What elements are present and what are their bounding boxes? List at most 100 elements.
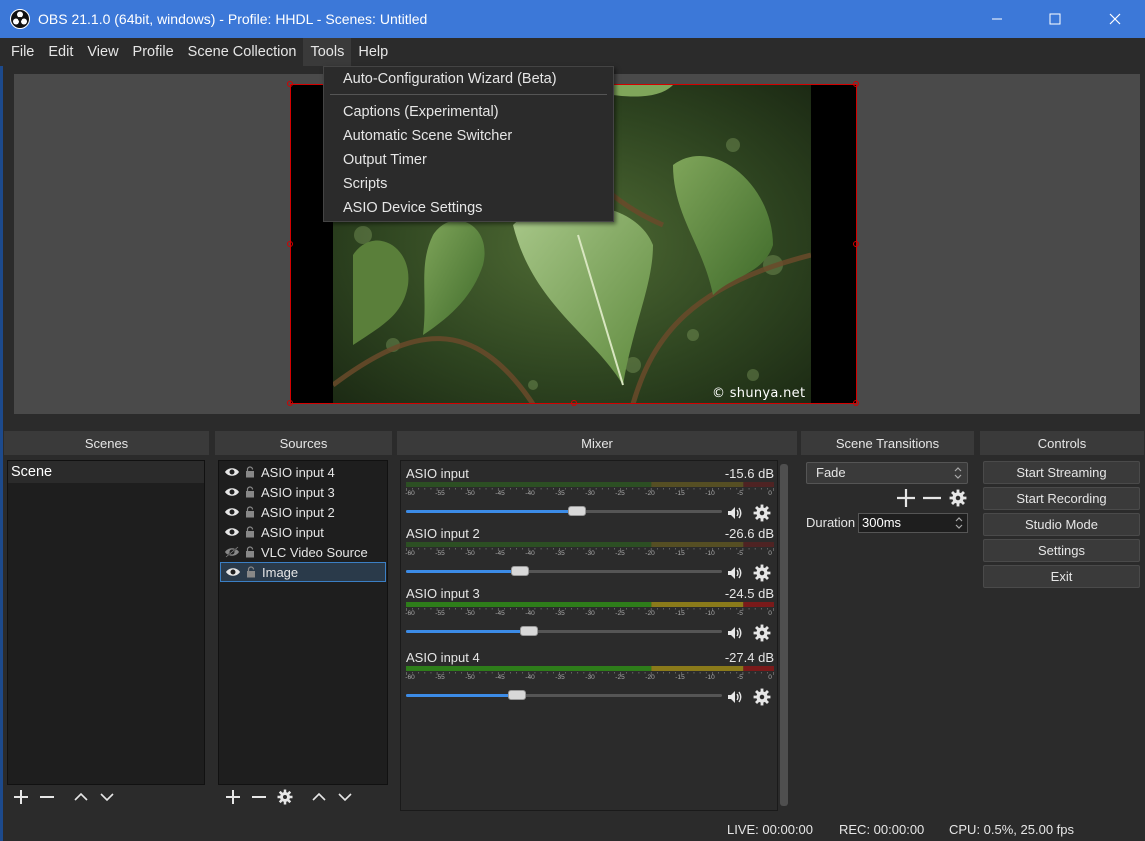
source-item[interactable]: ASIO input 3 (220, 482, 386, 502)
lock-icon[interactable] (244, 545, 256, 559)
volume-slider-handle[interactable] (507, 690, 526, 700)
source-item[interactable]: ASIO input 4 (220, 462, 386, 482)
mixer-scrollbar[interactable] (779, 462, 789, 808)
exit-button[interactable]: Exit (983, 565, 1140, 588)
add-source-button[interactable] (220, 784, 246, 810)
volume-meter (406, 482, 774, 487)
obs-logo-icon (10, 9, 30, 29)
eye-icon[interactable] (223, 465, 241, 479)
menu-item-auto-config[interactable]: Auto-Configuration Wizard (Beta) (343, 71, 557, 87)
gear-icon[interactable] (753, 504, 771, 522)
source-item[interactable]: ASIO input 2 (220, 502, 386, 522)
speaker-icon[interactable] (726, 688, 744, 706)
menu-edit[interactable]: Edit (41, 38, 80, 66)
meter-tick-label: -40 (525, 490, 535, 497)
lock-icon[interactable] (244, 505, 256, 519)
lock-icon[interactable] (244, 485, 256, 499)
move-scene-up-button[interactable] (68, 784, 94, 810)
mixer-channel: ASIO input -15.6 dB -60 -55 -50 -45 -40 -35 -30-… (405, 466, 774, 526)
source-item-label: Image (262, 564, 299, 580)
resize-handle-mr[interactable] (853, 241, 859, 247)
mixer-scrollbar-thumb[interactable] (780, 464, 788, 806)
meter-tick-label: -60 (405, 550, 415, 557)
meter-tick-label: -25 (615, 610, 625, 617)
menu-file[interactable]: File (4, 38, 41, 66)
sources-dock-title: Sources (215, 431, 392, 455)
resize-handle-ml[interactable] (287, 241, 293, 247)
speaker-icon[interactable] (726, 624, 744, 642)
remove-source-button[interactable] (246, 784, 272, 810)
meter-tick-label: -5 (737, 610, 743, 617)
gear-icon[interactable] (753, 624, 771, 642)
start-recording-button[interactable]: Start Recording (983, 487, 1140, 510)
maximize-button[interactable] (1026, 0, 1084, 38)
minimize-button[interactable] (968, 0, 1026, 38)
meter-tick-label: -60 (405, 490, 415, 497)
eye-hidden-icon[interactable] (223, 545, 241, 559)
gear-icon[interactable] (753, 688, 771, 706)
resize-handle-bl[interactable] (287, 400, 293, 406)
remove-transition-button[interactable] (921, 487, 943, 509)
transition-properties-button[interactable] (949, 489, 967, 507)
close-button[interactable] (1086, 0, 1144, 38)
scene-item[interactable]: Scene (8, 461, 204, 483)
volume-slider-handle[interactable] (510, 566, 529, 576)
scenes-list[interactable] (7, 460, 205, 785)
move-scene-down-button[interactable] (94, 784, 120, 810)
start-streaming-button[interactable]: Start Streaming (983, 461, 1140, 484)
transition-select[interactable]: Fade (806, 462, 968, 484)
source-item[interactable]: VLC Video Source (220, 542, 386, 562)
volume-slider-handle[interactable] (520, 626, 539, 636)
menu-item-scripts[interactable]: Scripts (343, 176, 387, 192)
meter-tick-label: -25 (615, 490, 625, 497)
menu-item-asio-settings[interactable]: ASIO Device Settings (343, 200, 482, 216)
move-source-down-button[interactable] (332, 784, 358, 810)
spinner-arrows-icon[interactable] (953, 515, 965, 531)
source-item[interactable]: Image (220, 562, 386, 582)
speaker-icon[interactable] (726, 504, 744, 522)
resize-handle-tr[interactable] (853, 81, 859, 87)
eye-icon[interactable] (223, 525, 241, 539)
studio-mode-button[interactable]: Studio Mode (983, 513, 1140, 536)
settings-button[interactable]: Settings (983, 539, 1140, 562)
mixer-channel: ASIO input 3 -24.5 dB -60 -55 -50 -45 -40 -35 -3… (405, 586, 774, 646)
lock-icon[interactable] (244, 465, 256, 479)
menu-item-scene-switcher[interactable]: Automatic Scene Switcher (343, 128, 512, 144)
remove-scene-button[interactable] (34, 784, 60, 810)
meter-tick-label: -55 (435, 550, 445, 557)
speaker-icon[interactable] (726, 564, 744, 582)
eye-icon[interactable] (223, 485, 241, 499)
lock-icon[interactable] (244, 525, 256, 539)
volume-slider-fill (406, 694, 517, 697)
source-item[interactable]: ASIO input (220, 522, 386, 542)
volume-slider-handle[interactable] (567, 506, 586, 516)
meter-tick-label: 0 (768, 550, 772, 557)
menu-item-captions[interactable]: Captions (Experimental) (343, 104, 499, 120)
eye-icon[interactable] (223, 505, 241, 519)
controls-dock-title: Controls (980, 431, 1144, 455)
resize-handle-br[interactable] (853, 400, 859, 406)
menu-tools[interactable]: Tools (303, 38, 352, 66)
resize-handle-bc[interactable] (571, 400, 577, 406)
menu-view[interactable]: View (80, 38, 125, 66)
resize-handle-tl[interactable] (287, 81, 293, 87)
meter-tick-label: -40 (525, 550, 535, 557)
menu-scene-collection[interactable]: Scene Collection (181, 38, 304, 66)
status-rec: REC: 00:00:00 (839, 822, 925, 837)
menu-item-output-timer[interactable]: Output Timer (343, 152, 427, 168)
menu-profile[interactable]: Profile (126, 38, 181, 66)
volume-meter (406, 542, 774, 547)
meter-tick-label: -25 (615, 550, 625, 557)
menu-help[interactable]: Help (351, 38, 395, 66)
add-scene-button[interactable] (8, 784, 34, 810)
add-transition-button[interactable] (895, 487, 917, 509)
meter-tick-label: -35 (555, 610, 565, 617)
gear-icon[interactable] (753, 564, 771, 582)
eye-icon[interactable] (224, 565, 242, 579)
duration-input[interactable]: 300ms (858, 513, 968, 533)
lock-icon[interactable] (245, 565, 257, 579)
move-source-up-button[interactable] (306, 784, 332, 810)
source-properties-button[interactable] (272, 784, 298, 810)
meter-tick-label: -10 (705, 550, 715, 557)
meter-tick-label: 0 (768, 674, 772, 681)
